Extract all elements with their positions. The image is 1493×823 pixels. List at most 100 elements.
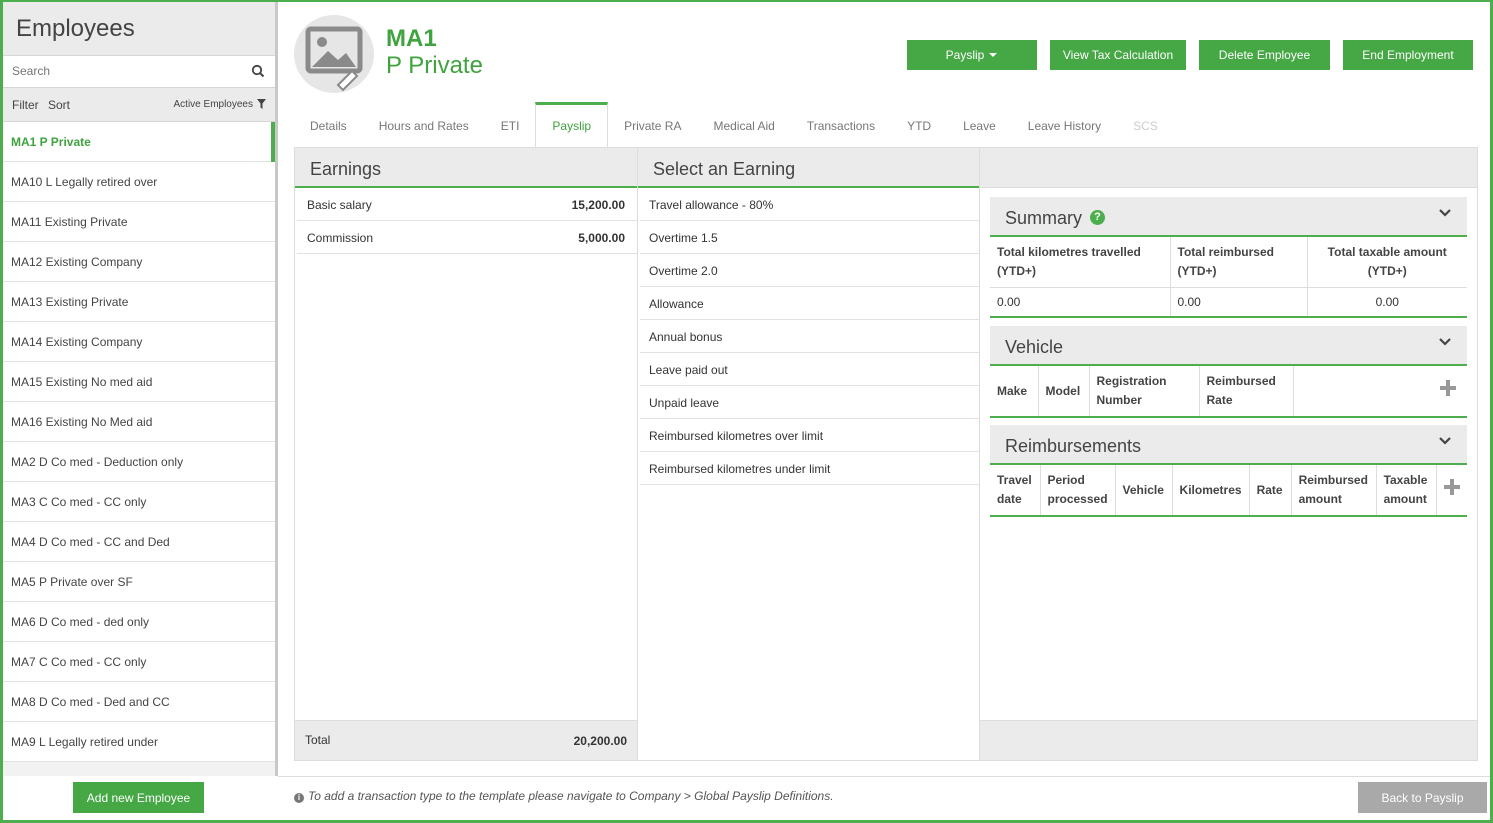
tab-ytd[interactable]: YTD	[891, 102, 947, 147]
employee-item[interactable]: MA8 D Co med - Ded and CC	[3, 682, 275, 722]
vehicle-header[interactable]: Vehicle	[990, 326, 1467, 366]
earnings-column: Earnings Basic salary 15,200.00 Commissi…	[295, 148, 638, 760]
tab-details[interactable]: Details	[294, 102, 363, 147]
vehicle-col-make: Make	[990, 366, 1039, 418]
tab-transactions[interactable]: Transactions	[791, 102, 891, 147]
earning-option[interactable]: Unpaid leave	[640, 386, 979, 419]
detail-header	[980, 148, 1477, 188]
payslip-dropdown-button[interactable]: Payslip	[907, 40, 1037, 70]
payslip-button-label: Payslip	[945, 48, 985, 62]
end-employment-button[interactable]: End Employment	[1343, 40, 1473, 70]
back-to-payslip-button[interactable]: Back to Payslip	[1358, 782, 1487, 813]
earning-option[interactable]: Allowance	[640, 287, 979, 320]
reimb-col-taxable: Taxable amount	[1376, 465, 1437, 517]
employee-item[interactable]: MA13 Existing Private	[3, 282, 275, 322]
footer-divider	[278, 776, 1490, 777]
reimbursements-table: Travel date Period processed Vehicle Kil…	[990, 465, 1467, 517]
caret-down-icon	[989, 53, 998, 57]
tab-medical-aid[interactable]: Medical Aid	[697, 102, 790, 147]
delete-employee-button[interactable]: Delete Employee	[1199, 40, 1330, 70]
add-employee-button[interactable]: Add new Employee	[73, 782, 204, 813]
add-vehicle-icon[interactable]	[1439, 379, 1457, 397]
earning-option[interactable]: Reimbursed kilometres under limit	[640, 452, 979, 485]
earning-option[interactable]: Leave paid out	[640, 353, 979, 386]
reimbursements-header[interactable]: Reimbursements	[990, 425, 1467, 465]
employee-item[interactable]: MA1 P Private	[3, 122, 275, 162]
employee-item[interactable]: MA15 Existing No med aid	[3, 362, 275, 402]
vehicle-title: Vehicle	[1005, 337, 1064, 357]
tab-private-ra[interactable]: Private RA	[608, 102, 697, 147]
summary-col-km: Total kilometres travelled (YTD+)	[990, 237, 1171, 288]
filter-bar: Filter Sort Active Employees	[3, 88, 275, 122]
sidebar-title: Employees	[3, 2, 275, 56]
tab-payslip[interactable]: Payslip	[535, 102, 609, 147]
summary-value-taxable: 0.00	[1307, 287, 1467, 318]
employee-item[interactable]: MA2 D Co med - Deduction only	[3, 442, 275, 482]
summary-col-taxable: Total taxable amount (YTD+)	[1307, 237, 1467, 288]
employee-item[interactable]: MA14 Existing Company	[3, 322, 275, 362]
funnel-icon[interactable]	[257, 99, 266, 109]
earning-label: Basic salary	[307, 198, 372, 212]
tab-leave[interactable]: Leave	[947, 102, 1012, 147]
tab-leave-history[interactable]: Leave History	[1012, 102, 1117, 147]
image-placeholder-icon	[305, 26, 363, 92]
active-employees-filter[interactable]: Active Employees	[174, 99, 253, 110]
earning-row[interactable]: Basic salary 15,200.00	[297, 188, 637, 221]
earning-option[interactable]: Reimbursed kilometres over limit	[640, 419, 979, 452]
search-icon[interactable]	[251, 64, 265, 78]
employee-item[interactable]: MA9 L Legally retired under	[3, 722, 275, 762]
search-input[interactable]	[3, 56, 233, 86]
reimb-col-rate: Rate	[1249, 465, 1292, 517]
info-icon: i	[294, 793, 304, 803]
vehicle-add-cell	[1293, 366, 1467, 418]
employee-item[interactable]: MA11 Existing Private	[3, 202, 275, 242]
employee-name: P Private	[386, 52, 483, 79]
view-tax-calculation-button[interactable]: View Tax Calculation	[1050, 40, 1186, 70]
reimbursements-panel: Reimbursements Travel date Period proces…	[990, 425, 1467, 517]
summary-title: Summary	[1005, 208, 1083, 228]
reimbursements-title: Reimbursements	[1005, 436, 1142, 456]
employee-item[interactable]: MA6 D Co med - ded only	[3, 602, 275, 642]
summary-panel: Summary? Total kilometres travelled (YTD…	[990, 197, 1467, 318]
employee-item[interactable]: MA10 L Legally retired over	[3, 162, 275, 202]
earning-option[interactable]: Annual bonus	[640, 320, 979, 353]
select-earning-title: Select an Earning	[638, 148, 979, 188]
footer-note-text: To add a transaction type to the templat…	[308, 789, 834, 803]
earning-option[interactable]: Overtime 1.5	[640, 221, 979, 254]
detail-column: Summary? Total kilometres travelled (YTD…	[980, 148, 1477, 760]
tab-hours-and-rates[interactable]: Hours and Rates	[363, 102, 485, 147]
reimb-add-cell	[1436, 465, 1467, 517]
summary-header[interactable]: Summary?	[990, 197, 1467, 237]
reimb-col-kilometres: Kilometres	[1172, 465, 1250, 517]
total-label: Total	[305, 733, 331, 747]
total-value: 20,200.00	[573, 734, 627, 748]
reimb-col-vehicle: Vehicle	[1115, 465, 1173, 517]
filter-button[interactable]: Filter	[12, 98, 39, 112]
employee-item[interactable]: MA5 P Private over SF	[3, 562, 275, 602]
earning-value: 5,000.00	[578, 231, 625, 245]
employee-item[interactable]: MA3 C Co med - CC only	[3, 482, 275, 522]
detail-footer	[980, 720, 1477, 760]
tab-bar: Details Hours and Rates ETI Payslip Priv…	[294, 102, 1174, 147]
vehicle-col-rate: Reimbursed Rate	[1199, 366, 1294, 418]
earnings-title: Earnings	[295, 148, 637, 188]
sidebar-footer: Add new Employee	[3, 776, 278, 820]
earning-option[interactable]: Travel allowance - 80%	[640, 188, 979, 221]
summary-table: Total kilometres travelled (YTD+) Total …	[990, 237, 1467, 318]
earning-option[interactable]: Overtime 2.0	[640, 254, 979, 287]
footer-note: i To add a transaction type to the templa…	[294, 789, 834, 803]
employee-item[interactable]: MA4 D Co med - CC and Ded	[3, 522, 275, 562]
employee-item[interactable]: MA7 C Co med - CC only	[3, 642, 275, 682]
earning-row[interactable]: Commission 5,000.00	[297, 221, 637, 254]
employee-item[interactable]: MA16 Existing No Med aid	[3, 402, 275, 442]
chevron-down-icon[interactable]	[1439, 208, 1451, 218]
help-icon[interactable]: ?	[1090, 209, 1106, 225]
add-reimbursement-icon[interactable]	[1443, 478, 1461, 496]
employee-item[interactable]: MA12 Existing Company	[3, 242, 275, 282]
chevron-down-icon[interactable]	[1439, 436, 1451, 446]
tab-eti[interactable]: ETI	[485, 102, 536, 147]
vehicle-col-registration: Registration Number	[1089, 366, 1200, 418]
sort-button[interactable]: Sort	[48, 98, 70, 112]
avatar[interactable]	[294, 15, 374, 93]
chevron-down-icon[interactable]	[1439, 337, 1451, 347]
